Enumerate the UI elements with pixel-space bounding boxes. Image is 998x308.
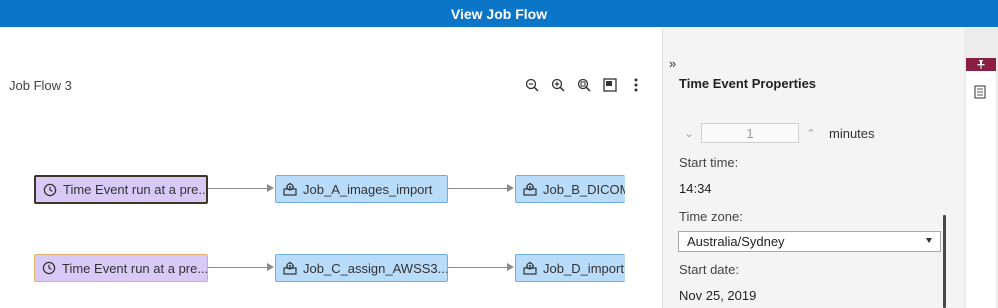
zoom-in-icon[interactable] — [550, 77, 566, 93]
window-title: View Job Flow — [450, 5, 548, 22]
start-time-value[interactable]: 14:34 — [679, 181, 712, 196]
job-flow-canvas[interactable]: Job Flow 3 Time Event run at a pre... Jo… — [0, 27, 662, 308]
node-label: Job_A_images_import — [303, 181, 433, 197]
panel-scrollbar[interactable] — [943, 215, 946, 308]
chevron-up-icon[interactable]: ⌃ — [803, 127, 819, 140]
zoom-fit-icon[interactable] — [576, 77, 592, 93]
time-zone-select[interactable]: Australia/Sydney — [678, 231, 941, 252]
job-gear-icon — [282, 260, 298, 276]
arrowhead — [507, 184, 514, 192]
arrowhead — [267, 263, 274, 271]
job-node-c[interactable]: Job_C_assign_AWSS3... — [275, 254, 448, 282]
job-node-b[interactable]: Job_B_DICOM — [515, 175, 625, 203]
flow-connector — [208, 267, 268, 268]
rail-active-tab — [966, 71, 996, 308]
job-gear-icon — [522, 260, 538, 276]
canvas-toolbar — [524, 77, 644, 93]
clock-icon — [42, 182, 58, 198]
job-gear-icon — [282, 181, 298, 197]
interval-input[interactable] — [701, 123, 799, 143]
start-time-label: Start time: — [679, 155, 739, 170]
arrowhead — [507, 263, 514, 271]
panel-title: Time Event Properties — [679, 76, 817, 91]
arrowhead — [267, 184, 274, 192]
overview-icon[interactable] — [602, 77, 618, 93]
flow-connector — [448, 188, 508, 189]
time-event-node-2[interactable]: Time Event run at a pre... — [34, 254, 208, 282]
node-label: Job_D_import — [543, 260, 624, 276]
job-gear-icon — [522, 181, 538, 197]
properties-panel: » Time Event Properties ⌄ ⌃ minutes Star… — [662, 27, 964, 308]
time-event-node-1[interactable]: Time Event run at a pre... — [34, 175, 208, 204]
node-label: Time Event run at a pre... — [62, 260, 208, 276]
time-zone-label: Time zone: — [679, 209, 743, 224]
zoom-out-icon[interactable] — [524, 77, 540, 93]
clock-icon — [41, 260, 57, 276]
collapse-panel-button[interactable]: » — [669, 56, 676, 71]
node-label: Job_C_assign_AWSS3... — [303, 260, 448, 276]
time-zone-value: Australia/Sydney — [687, 234, 785, 249]
node-label: Job_B_DICOM — [543, 181, 625, 197]
flow-connector — [208, 188, 268, 189]
interval-stepper: ⌄ ⌃ minutes — [681, 123, 875, 143]
pin-tab[interactable] — [966, 58, 996, 71]
node-label: Time Event run at a pre... — [63, 182, 208, 197]
flow-name: Job Flow 3 — [9, 78, 72, 93]
chevron-down-icon[interactable]: ⌄ — [681, 127, 697, 140]
properties-list-icon[interactable] — [973, 85, 989, 101]
job-node-a[interactable]: Job_A_images_import — [275, 175, 448, 203]
dropdown-caret-icon — [926, 238, 932, 243]
title-bar: View Job Flow — [0, 0, 998, 27]
interval-unit: minutes — [829, 125, 875, 141]
more-options-icon[interactable] — [628, 77, 644, 93]
flow-connector — [448, 267, 508, 268]
job-node-d[interactable]: Job_D_import — [515, 254, 625, 282]
start-date-value[interactable]: Nov 25, 2019 — [679, 288, 756, 303]
start-date-label: Start date: — [679, 262, 739, 277]
